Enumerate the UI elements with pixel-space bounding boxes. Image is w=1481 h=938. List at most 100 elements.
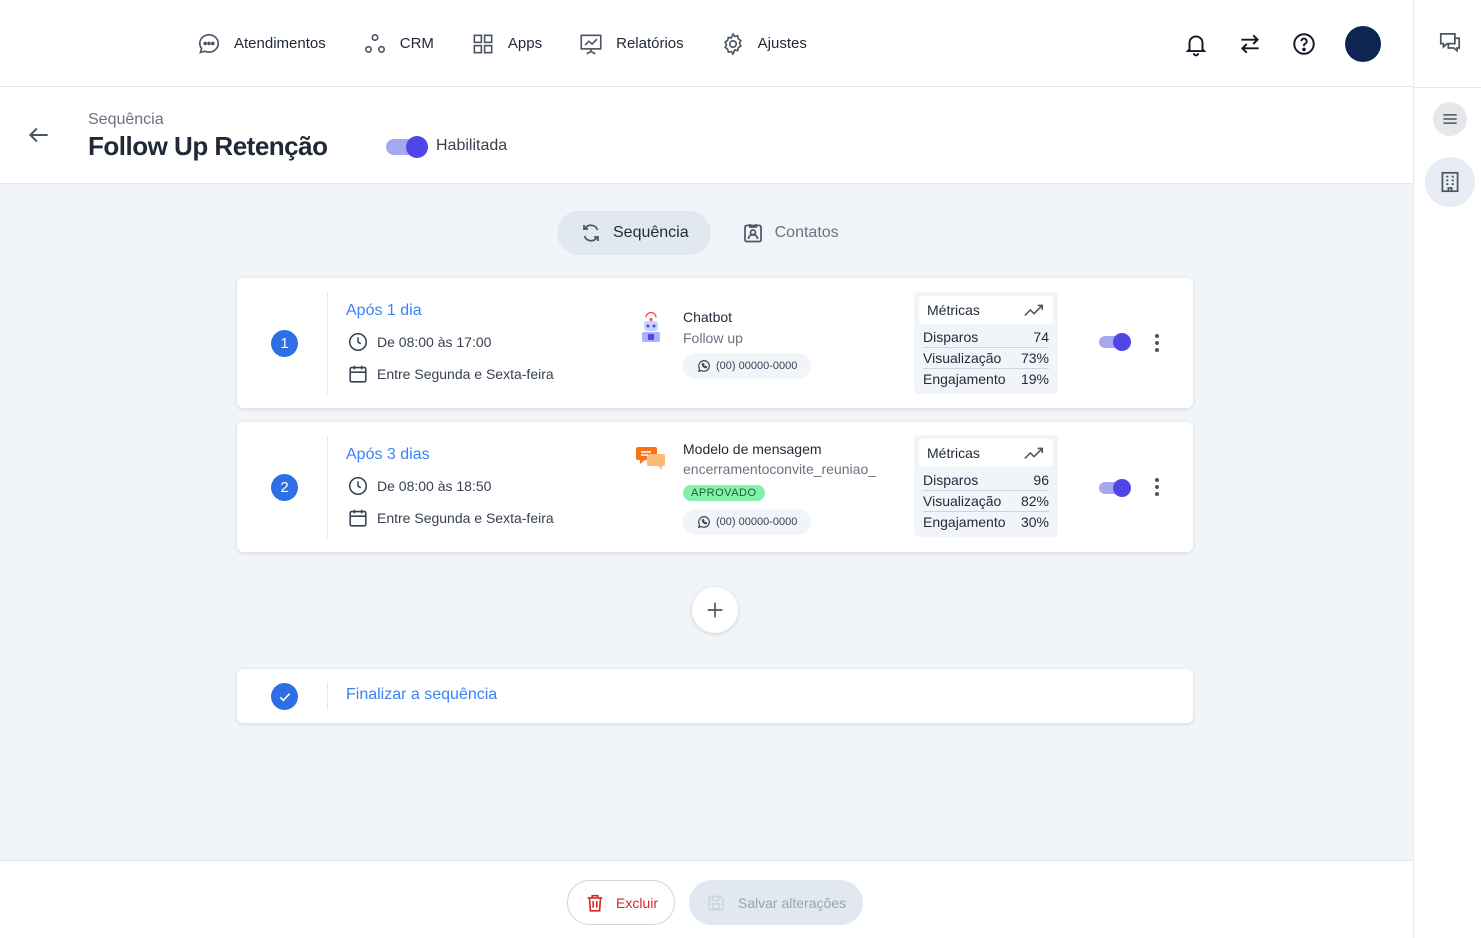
user-avatar[interactable] <box>1345 25 1381 62</box>
trend-line-icon[interactable] <box>1023 301 1045 319</box>
metric-row: Disparos 74 <box>923 327 1049 348</box>
back-arrow-icon[interactable] <box>26 122 52 148</box>
metric-label: Disparos <box>923 472 979 488</box>
card-divider <box>327 436 328 538</box>
step-days: Entre Segunda e Sexta-feira <box>347 363 554 385</box>
metrics-title: Métricas <box>927 302 980 318</box>
phone-chip: (00) 00000-0000 <box>683 509 812 535</box>
nav-item-apps[interactable]: Apps <box>470 31 542 57</box>
phone-chip: (00) 00000-0000 <box>683 353 812 379</box>
plus-icon <box>704 599 726 621</box>
top-actions <box>1155 0 1381 87</box>
card-divider <box>327 682 328 710</box>
step-number: 1 <box>271 330 298 357</box>
calendar-icon <box>347 363 369 385</box>
hours-text: De 08:00 às 17:00 <box>377 334 492 350</box>
save-changes-button[interactable]: Salvar alterações <box>689 880 863 925</box>
metric-label: Visualização <box>923 350 1002 366</box>
metrics-header: Métricas <box>919 439 1053 467</box>
help-icon[interactable] <box>1291 31 1317 57</box>
rail-divider <box>1414 87 1481 88</box>
tabs: Sequência Contatos <box>557 211 861 255</box>
delete-button[interactable]: Excluir <box>567 880 675 925</box>
action-subtitle: Follow up <box>683 330 743 346</box>
step-days: Entre Segunda e Sexta-feira <box>347 507 554 529</box>
phone-text: (00) 00000-0000 <box>716 516 798 528</box>
top-navbar: Atendimentos CRM Apps Relatórios Ajustes <box>0 0 1413 87</box>
step-enabled-toggle[interactable] <box>1099 333 1131 351</box>
calendar-icon <box>347 507 369 529</box>
page-title: Follow Up Retenção <box>88 131 328 161</box>
nav-label: CRM <box>399 35 434 52</box>
status-badge: APROVADO <box>683 485 765 501</box>
nav-label: Apps <box>507 35 543 52</box>
robot-icon <box>635 312 667 344</box>
hours-text: De 08:00 às 18:50 <box>377 478 492 494</box>
metrics-title: Métricas <box>927 445 980 461</box>
toggle-knob <box>1113 333 1131 351</box>
page-header: Sequência Follow Up Retenção Habilitada <box>0 88 1413 184</box>
swap-arrows-icon[interactable] <box>1237 31 1263 57</box>
menu-button[interactable] <box>1433 102 1467 136</box>
nav-item-crm[interactable]: CRM <box>362 31 434 57</box>
footer-actions: Excluir Salvar alterações <box>0 860 1413 938</box>
days-text: Entre Segunda e Sexta-feira <box>377 366 554 382</box>
action-subtitle: encerramentoconvite_reuniao_ <box>683 461 877 477</box>
metric-row: Disparos 96 <box>923 470 1049 491</box>
metric-row: Visualização 73% <box>923 348 1049 369</box>
phone-text: (00) 00000-0000 <box>716 360 798 372</box>
action-title: Chatbot <box>683 309 733 325</box>
save-label: Salvar alterações <box>737 894 847 911</box>
hamburger-icon <box>1440 109 1460 129</box>
company-button[interactable] <box>1425 157 1475 207</box>
check-circle-icon <box>271 683 298 710</box>
sequence-step-card: 2 Após 3 dias De 08:00 às 18:50 Entre Se… <box>237 422 1193 552</box>
toggle-knob <box>406 136 428 158</box>
step-delay-link[interactable]: Após 3 dias <box>346 446 430 464</box>
metric-row: Visualização 82% <box>923 491 1049 512</box>
bell-icon[interactable] <box>1183 31 1209 57</box>
step-enabled-toggle[interactable] <box>1099 479 1131 497</box>
main-nav: Atendimentos CRM Apps Relatórios Ajustes <box>196 0 843 87</box>
metric-label: Visualização <box>923 493 1002 509</box>
metric-value: 74 <box>1033 329 1049 345</box>
step-hours: De 08:00 às 17:00 <box>347 331 491 353</box>
metrics-box: Métricas Disparos 96 Visualização 82% En… <box>914 435 1058 537</box>
presentation-chart-icon <box>578 31 604 57</box>
contact-badge-icon <box>741 221 765 245</box>
right-rail <box>1413 0 1481 938</box>
metric-value: 82% <box>1020 493 1049 509</box>
more-options-icon[interactable] <box>1152 331 1162 355</box>
more-options-icon[interactable] <box>1152 475 1162 499</box>
sequence-step-card: 1 Após 1 dia De 08:00 às 17:00 Entre Seg… <box>237 278 1193 408</box>
tab-contatos[interactable]: Contatos <box>719 211 861 255</box>
metric-label: Engajamento <box>923 514 1006 530</box>
metrics-box: Métricas Disparos 74 Visualização 73% En… <box>914 292 1058 394</box>
trend-line-icon[interactable] <box>1023 444 1045 462</box>
tab-label: Contatos <box>774 224 839 241</box>
metric-value: 96 <box>1033 472 1049 488</box>
clock-icon <box>347 331 369 353</box>
message-template-icon <box>635 442 667 474</box>
step-delay-link[interactable]: Após 1 dia <box>346 302 422 320</box>
crm-nodes-icon <box>362 31 388 57</box>
enabled-label: Habilitada <box>436 137 508 154</box>
clock-icon <box>347 475 369 497</box>
finalize-sequence-link[interactable]: Finalizar a sequência <box>346 686 497 704</box>
chat-panel-icon[interactable] <box>1437 29 1463 55</box>
metric-label: Engajamento <box>923 371 1006 387</box>
nav-label: Relatórios <box>616 35 684 52</box>
sequence-enabled-toggle[interactable] <box>386 136 428 158</box>
delete-label: Excluir <box>615 894 658 911</box>
building-icon <box>1437 169 1463 195</box>
nav-item-relatorios[interactable]: Relatórios <box>578 31 684 57</box>
step-number: 2 <box>271 474 298 501</box>
add-step-button[interactable] <box>692 587 738 633</box>
nav-item-atendimentos[interactable]: Atendimentos <box>196 31 326 57</box>
tab-label: Sequência <box>613 224 689 241</box>
tab-sequencia[interactable]: Sequência <box>557 211 711 255</box>
card-divider <box>327 292 328 394</box>
finalize-card: Finalizar a sequência <box>237 669 1193 723</box>
metric-label: Disparos <box>923 329 979 345</box>
nav-item-ajustes[interactable]: Ajustes <box>720 31 807 57</box>
